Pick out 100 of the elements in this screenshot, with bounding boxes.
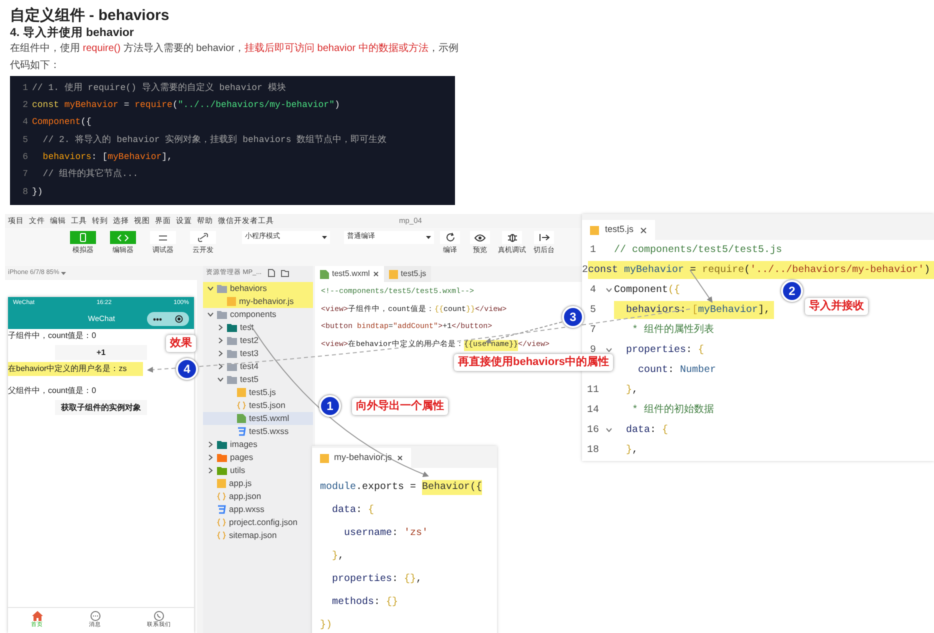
fold-chevron-icon[interactable] — [606, 288, 612, 292]
file-tree-item[interactable]: my-behavior.js — [203, 295, 313, 308]
file-tree-item[interactable]: test5 — [203, 373, 313, 386]
line-number: 4 — [22, 116, 29, 130]
file-tree-item[interactable]: test5.wxss — [203, 425, 313, 438]
chat-bubble-icon — [90, 611, 100, 622]
line-number: 11 — [586, 384, 600, 398]
file-tree-item[interactable]: test4 — [203, 360, 313, 374]
js-file-icon — [217, 479, 226, 488]
mini-button[interactable]: +1 — [55, 345, 147, 360]
file-tree-item[interactable]: app.js — [203, 477, 313, 490]
eye-icon — [474, 234, 486, 242]
line-number: 2 — [582, 264, 588, 278]
file-tree-item[interactable]: sitemap.json — [203, 529, 313, 542]
chevron-down-icon — [217, 376, 224, 384]
file-tree-item[interactable]: utils — [203, 464, 313, 478]
stylesheet-icon — [217, 505, 226, 514]
code-line: const myBehavior = require("../../behaviors/my-behavior") — [32, 99, 340, 112]
line-number: 4 — [588, 284, 597, 298]
code-line: count: Number — [637, 364, 718, 378]
text-line: 父组件中，count值是：0 — [8, 385, 96, 398]
section-heading: 4. 导入并使用 behavior — [10, 26, 135, 40]
braces-icon — [217, 492, 226, 502]
code-line: }, — [625, 384, 640, 398]
file-icon — [320, 270, 329, 279]
home-icon — [32, 611, 42, 622]
file-tree-item[interactable]: test5.wxml — [203, 412, 313, 426]
code-line: }) — [320, 618, 332, 633]
sliders-icon — [158, 234, 168, 242]
code-line: }, — [331, 550, 344, 564]
code-icon — [117, 234, 129, 242]
code-line: data: { — [625, 424, 670, 438]
file-icon — [237, 414, 246, 424]
code-line: Component({ — [614, 284, 682, 298]
callout-label: 效果 — [166, 335, 196, 352]
file-tree-item[interactable]: test — [203, 321, 313, 334]
js-file-icon — [320, 454, 329, 463]
phone-icon — [79, 233, 87, 242]
file-tree-item[interactable]: pages — [203, 451, 313, 464]
fold-chevron-icon[interactable] — [606, 428, 612, 432]
editor-tab[interactable]: test5.js — [582, 220, 655, 240]
code-line: }, — [625, 444, 640, 458]
new-file-icon — [268, 269, 275, 278]
js-file-icon — [388, 270, 398, 279]
close-icon[interactable] — [397, 455, 404, 462]
caret-icon — [322, 236, 327, 240]
code-line: * 组件的属性列表 — [631, 322, 716, 338]
braces-icon — [217, 518, 226, 528]
line-number: 14 — [586, 404, 600, 418]
editor-tab[interactable]: my-behavior.js — [312, 448, 412, 468]
code-line: behaviors: [myBehavior], — [42, 151, 172, 164]
stylesheet-icon — [237, 427, 246, 436]
js-file-icon — [590, 226, 599, 235]
mini-button[interactable]: 获取子组件的实例对象 — [55, 400, 147, 416]
js-file-icon — [227, 297, 236, 306]
line-number: 6 — [22, 151, 29, 164]
line-number: 2 — [22, 99, 29, 112]
phone-icon — [154, 611, 164, 622]
file-tree-item[interactable]: components — [203, 308, 313, 322]
callout-label: 再直接使用behaviors中的属性 — [454, 354, 613, 371]
line-number: 7 — [22, 168, 29, 182]
file-tree-item[interactable]: test3 — [203, 347, 313, 360]
callout-label: 导入并接收 — [805, 298, 868, 315]
bug-icon — [506, 232, 518, 244]
line-number: 18 — [586, 444, 600, 458]
capsule-menu[interactable] — [147, 312, 189, 326]
file-tree-item[interactable]: test5.js — [203, 386, 313, 400]
file-tree-item[interactable]: test2 — [203, 334, 313, 348]
line-number: 9 — [588, 344, 596, 356]
refresh-icon — [444, 232, 456, 244]
file-tree-item[interactable]: test5.json — [203, 399, 313, 412]
code-line: username: 'zs' — [343, 526, 428, 542]
file-tree-item[interactable]: app.json — [203, 490, 313, 504]
chevron-down-icon — [207, 311, 214, 318]
close-icon[interactable] — [640, 226, 647, 234]
code-line: properties: {}, — [331, 572, 422, 588]
code-line: module.exports = Behavior({ — [320, 479, 482, 498]
line-number: 5 — [22, 134, 29, 147]
editor-tab[interactable]: test5.wxml — [315, 266, 384, 282]
close-icon[interactable] — [372, 271, 379, 278]
code-line: * 组件的初始数据 — [631, 402, 716, 418]
link-icon — [198, 233, 208, 242]
caret-icon — [426, 236, 431, 240]
line-number: 8 — [22, 186, 29, 199]
js-file-icon — [237, 388, 246, 398]
code-line: data: { — [331, 504, 374, 518]
line-number: 16 — [586, 424, 600, 438]
file-tree-item[interactable]: behaviors — [203, 282, 313, 296]
code-line: // 1. 使用 require() 导入需要的自定义 behavior 模块 — [32, 82, 286, 95]
file-tree-item[interactable]: project.config.json — [203, 516, 313, 530]
line-number: 1 — [588, 244, 597, 258]
text-line: 子组件中，count值是：0 — [8, 330, 96, 342]
fold-chevron-icon[interactable] — [606, 348, 612, 352]
caret-icon — [61, 272, 66, 275]
file-tree-item[interactable]: images — [203, 438, 313, 452]
editor-tab[interactable]: test5.js — [384, 266, 432, 282]
article-title: 自定义组件 - behaviors — [10, 6, 170, 26]
braces-icon — [217, 531, 226, 540]
code-line: }) — [32, 186, 43, 199]
file-tree-item[interactable]: app.wxss — [203, 503, 313, 516]
